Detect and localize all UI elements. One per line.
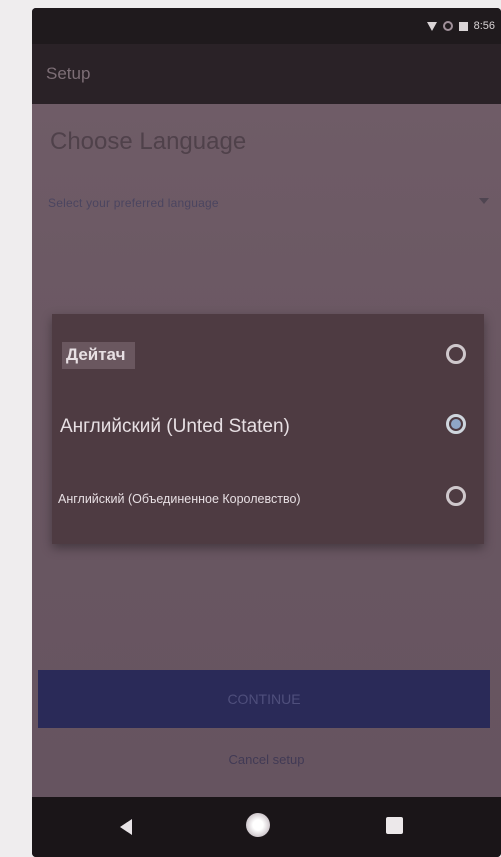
radio-button[interactable]: [446, 344, 466, 364]
language-screen: Choose Language Select your preferred la…: [32, 104, 501, 797]
language-option-label: Дейтач: [62, 342, 136, 369]
radio-button[interactable]: [446, 486, 466, 506]
chevron-down-icon[interactable]: [479, 198, 489, 204]
subtitle: Select your preferred language: [48, 196, 219, 210]
radio-button-selected[interactable]: [446, 414, 466, 434]
back-icon[interactable]: [120, 819, 132, 835]
status-bar: 8:56: [32, 8, 501, 44]
cancel-setup-link[interactable]: Cancel setup: [32, 752, 501, 767]
language-option-deutsch[interactable]: Дейтач: [52, 322, 484, 392]
continue-button[interactable]: CONTINUE: [38, 670, 490, 728]
home-icon[interactable]: [246, 813, 270, 837]
status-time: 8:56: [473, 20, 495, 32]
language-option-english-us[interactable]: Английский (Unted Staten): [52, 392, 484, 462]
app-bar-title: Setup: [46, 64, 91, 83]
phone-screen: 8:56 Setup Choose Language Select your p…: [32, 8, 501, 857]
signal-icon: [442, 21, 453, 31]
language-list: Дейтач Английский (Unted Staten) Английс…: [52, 314, 484, 544]
page-title: Choose Language: [50, 128, 247, 155]
app-bar: Setup: [32, 44, 501, 104]
wifi-icon: [426, 21, 437, 31]
navigation-bar: [32, 797, 501, 857]
status-icons: 8:56: [426, 20, 495, 32]
recents-icon[interactable]: [386, 817, 403, 834]
language-option-english-uk[interactable]: Английский (Объединенное Королевство): [52, 464, 484, 534]
language-option-label: Английский (Объединенное Королевство): [58, 492, 301, 506]
battery-icon: [458, 21, 468, 31]
language-option-label: Английский (Unted Staten): [60, 416, 290, 437]
